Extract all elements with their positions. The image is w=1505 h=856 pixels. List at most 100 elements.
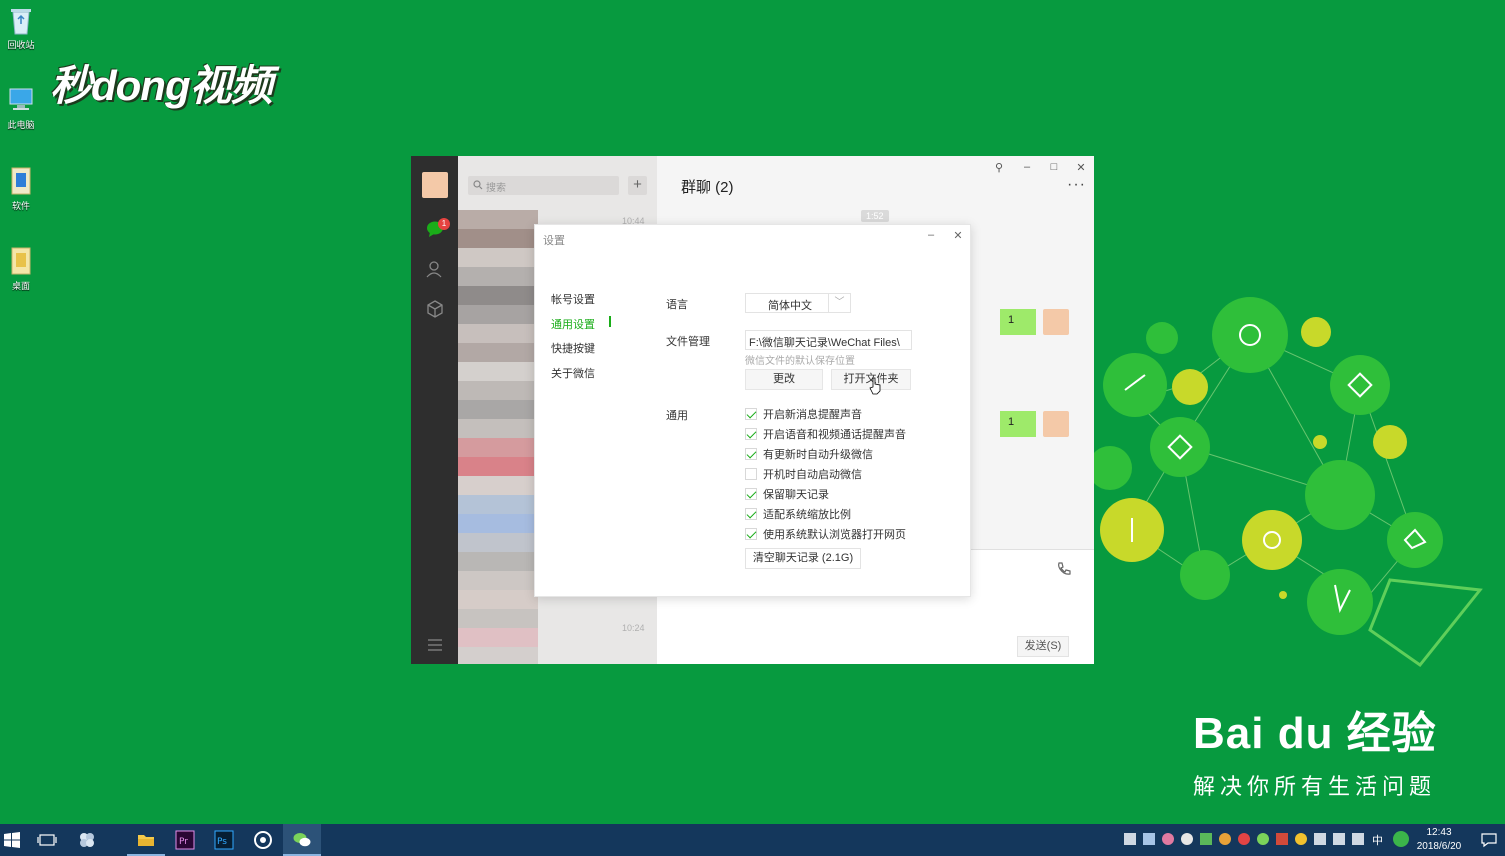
windows-start-icon[interactable] [2, 830, 22, 850]
message-bubble[interactable]: 1 [1000, 411, 1036, 437]
unread-badge: 1 [438, 218, 450, 230]
minimize-button[interactable]: – [1020, 161, 1034, 173]
tray-icon[interactable] [1314, 833, 1326, 845]
option-new-message-sound[interactable]: 开启新消息提醒声音 [745, 406, 862, 422]
language-select[interactable]: 简体中文 ﹀ [745, 293, 851, 313]
desktop-icon-software[interactable]: 软件 [2, 165, 40, 212]
maximize-button[interactable]: □ [1047, 161, 1061, 173]
sender-avatar[interactable] [1043, 411, 1069, 437]
video-watermark: 秒dong视频 [50, 62, 273, 109]
tray-icon[interactable] [1162, 833, 1174, 845]
chat-timestamp: 1:52 [861, 210, 889, 222]
checkbox[interactable] [745, 508, 757, 520]
active-nav-indicator [609, 316, 611, 327]
tray-icon[interactable] [1393, 831, 1409, 847]
photoshop-icon[interactable]: Ps [214, 830, 234, 850]
pin-icon[interactable]: ⚲ [992, 161, 1006, 174]
settings-title: 设置 [543, 235, 565, 247]
wechat-icon[interactable] [292, 830, 312, 850]
desktop-icon-this-pc[interactable]: 此电脑 [2, 84, 40, 131]
wechat-sidebar: 1 [411, 156, 458, 664]
checkbox[interactable] [745, 428, 757, 440]
desktop-icon-recycle-bin[interactable]: 回收站 [2, 4, 40, 51]
baidu-slogan: 解决你所有生活问题 [1193, 774, 1437, 799]
tray-icon[interactable] [1200, 833, 1212, 845]
language-value: 简体中文 [768, 300, 812, 312]
folder-icon [11, 167, 31, 195]
notification-icon[interactable] [1479, 830, 1499, 850]
more-options-icon[interactable]: ··· [1067, 176, 1086, 194]
svg-text:Ps: Ps [217, 837, 227, 847]
checkbox[interactable] [745, 468, 757, 480]
blurred-chat-avatars [458, 210, 538, 664]
option-keep-history[interactable]: 保留聊天记录 [745, 486, 829, 502]
tray-icon[interactable] [1238, 833, 1250, 845]
option-label: 开机时自动启动微信 [763, 469, 862, 481]
close-button[interactable]: ✕ [1074, 161, 1088, 174]
option-label: 开启语音和视频通话提醒声音 [763, 429, 906, 441]
change-folder-button[interactable]: 更改 [745, 369, 823, 390]
app-icon[interactable] [77, 830, 97, 850]
search-icon [473, 180, 483, 190]
close-button[interactable]: ✕ [951, 229, 965, 242]
tray-icon[interactable] [1143, 833, 1155, 845]
checkbox[interactable] [745, 528, 757, 540]
option-auto-update[interactable]: 有更新时自动升级微信 [745, 446, 873, 462]
computer-icon [9, 88, 33, 110]
phone-icon[interactable] [1055, 560, 1073, 578]
nav-account-settings[interactable]: 帐号设置 [551, 291, 613, 316]
recorder-icon[interactable] [253, 830, 273, 850]
file-path-field[interactable]: F:\微信聊天记录\WeChat Files\ [745, 330, 912, 350]
clock-date: 2018/6/20 [1416, 841, 1462, 852]
box-icon[interactable] [424, 298, 446, 320]
checkbox[interactable] [745, 408, 757, 420]
checkbox[interactable] [745, 488, 757, 500]
tray-icon[interactable] [1276, 833, 1288, 845]
contacts-icon[interactable] [424, 258, 446, 280]
menu-icon[interactable] [424, 634, 446, 656]
network-icon[interactable] [1333, 833, 1345, 845]
file-explorer-icon[interactable] [136, 830, 156, 850]
add-chat-button[interactable]: + [628, 176, 647, 195]
option-label: 有更新时自动升级微信 [763, 449, 873, 461]
message-bubble[interactable]: 1 [1000, 309, 1036, 335]
baidu-logo-text: Bai du 经验 [1193, 709, 1437, 758]
option-default-browser[interactable]: 使用系统默认浏览器打开网页 [745, 526, 906, 542]
svg-text:Pr: Pr [179, 837, 188, 847]
option-label: 适配系统缩放比例 [763, 509, 851, 521]
minimize-button[interactable]: – [924, 229, 938, 241]
clock[interactable]: 12:43 2018/6/20 [1414, 826, 1464, 854]
tray-icon[interactable] [1295, 833, 1307, 845]
option-call-sound[interactable]: 开启语音和视频通话提醒声音 [745, 426, 906, 442]
option-label: 保留聊天记录 [763, 489, 829, 501]
nav-general-settings[interactable]: 通用设置 [551, 316, 613, 341]
tray-icon[interactable] [1219, 833, 1231, 845]
search-input[interactable]: 搜索 [468, 176, 619, 195]
file-management-label: 文件管理 [666, 336, 710, 348]
clock-time: 12:43 [1426, 827, 1452, 838]
task-view-icon[interactable] [37, 830, 57, 850]
checkbox[interactable] [745, 448, 757, 460]
settings-nav: 帐号设置 通用设置 快捷按键 关于微信 [551, 291, 613, 389]
desktop-icon-label: 桌面 [11, 281, 30, 291]
tray-icon[interactable] [1124, 833, 1136, 845]
desktop-icon-label: 回收站 [7, 40, 35, 50]
clear-history-button[interactable]: 清空聊天记录 (2.1G) [745, 548, 861, 569]
sender-avatar[interactable] [1043, 309, 1069, 335]
tray-icon[interactable] [1257, 833, 1269, 845]
ime-indicator[interactable]: 中 [1372, 832, 1383, 848]
nav-about-wechat[interactable]: 关于微信 [551, 365, 613, 390]
option-system-scaling[interactable]: 适配系统缩放比例 [745, 506, 851, 522]
general-label: 通用 [666, 410, 688, 422]
send-button[interactable]: 发送(S) [1017, 636, 1069, 657]
desktop-icon-desktop[interactable]: 桌面 [2, 245, 40, 292]
option-auto-start[interactable]: 开机时自动启动微信 [745, 466, 862, 482]
volume-icon[interactable] [1352, 833, 1364, 845]
premiere-icon[interactable]: Pr [175, 830, 195, 850]
nav-shortcut-keys[interactable]: 快捷按键 [551, 340, 613, 365]
user-avatar[interactable] [422, 172, 448, 198]
desktop-icon-label: 软件 [11, 201, 30, 211]
tray-icon[interactable] [1181, 833, 1193, 845]
settings-dialog: 设置 – ✕ 帐号设置 通用设置 快捷按键 关于微信 语言 简体中文 ﹀ 文件管… [534, 224, 971, 597]
option-label: 开启新消息提醒声音 [763, 409, 862, 421]
